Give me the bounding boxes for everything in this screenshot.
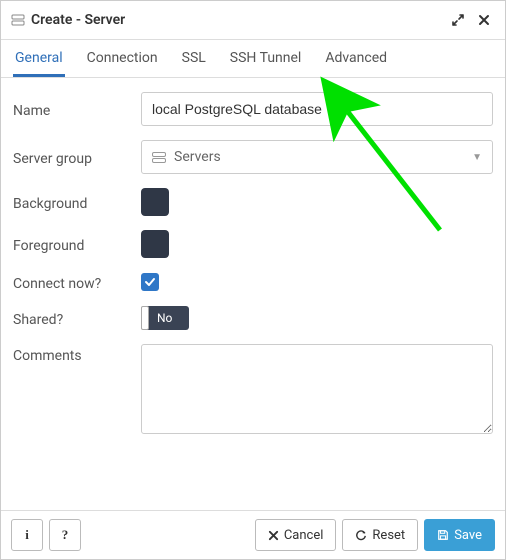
server-icon bbox=[11, 13, 25, 27]
toggle-knob bbox=[141, 306, 149, 330]
check-icon bbox=[144, 276, 156, 288]
foreground-label: Foreground bbox=[13, 234, 141, 254]
form-body: Name Server group Servers ▼ Background bbox=[1, 78, 505, 510]
cancel-button[interactable]: Cancel bbox=[255, 519, 337, 551]
tab-connection[interactable]: Connection bbox=[85, 40, 160, 77]
info-button[interactable]: i bbox=[11, 519, 43, 551]
close-button[interactable] bbox=[473, 9, 495, 31]
background-color-picker[interactable] bbox=[141, 188, 169, 216]
dialog-title: Create - Server bbox=[31, 12, 443, 28]
shared-toggle-label: No bbox=[157, 311, 172, 325]
foreground-color-picker[interactable] bbox=[141, 230, 169, 258]
create-server-dialog: Create - Server General Connection SSL S… bbox=[0, 0, 506, 560]
server-group-icon bbox=[152, 152, 166, 163]
close-icon bbox=[268, 530, 279, 541]
name-label: Name bbox=[13, 99, 141, 119]
background-label: Background bbox=[13, 192, 141, 212]
shared-label: Shared? bbox=[13, 308, 141, 328]
comments-textarea[interactable] bbox=[141, 344, 493, 434]
maximize-button[interactable] bbox=[447, 9, 469, 31]
comments-label: Comments bbox=[13, 344, 141, 364]
server-group-label: Server group bbox=[13, 147, 141, 167]
reset-button[interactable]: Reset bbox=[342, 519, 418, 551]
connect-now-checkbox[interactable] bbox=[141, 273, 159, 291]
connect-now-label: Connect now? bbox=[13, 272, 141, 292]
dialog-footer: i ? Cancel Reset Save bbox=[1, 510, 505, 559]
tab-bar: General Connection SSL SSH Tunnel Advanc… bbox=[1, 40, 505, 78]
tab-advanced[interactable]: Advanced bbox=[323, 40, 389, 77]
tab-general[interactable]: General bbox=[13, 40, 65, 77]
server-group-selected: Servers bbox=[174, 149, 221, 165]
help-button[interactable]: ? bbox=[49, 519, 81, 551]
save-icon bbox=[437, 529, 449, 541]
tab-ssl[interactable]: SSL bbox=[180, 40, 208, 77]
reset-icon bbox=[355, 529, 367, 541]
chevron-down-icon: ▼ bbox=[472, 152, 482, 163]
shared-toggle[interactable]: No bbox=[141, 306, 189, 330]
name-input[interactable] bbox=[141, 92, 493, 126]
server-group-select[interactable]: Servers ▼ bbox=[141, 140, 493, 174]
save-button[interactable]: Save bbox=[424, 519, 495, 551]
dialog-header: Create - Server bbox=[1, 1, 505, 40]
tab-ssh-tunnel[interactable]: SSH Tunnel bbox=[228, 40, 304, 77]
